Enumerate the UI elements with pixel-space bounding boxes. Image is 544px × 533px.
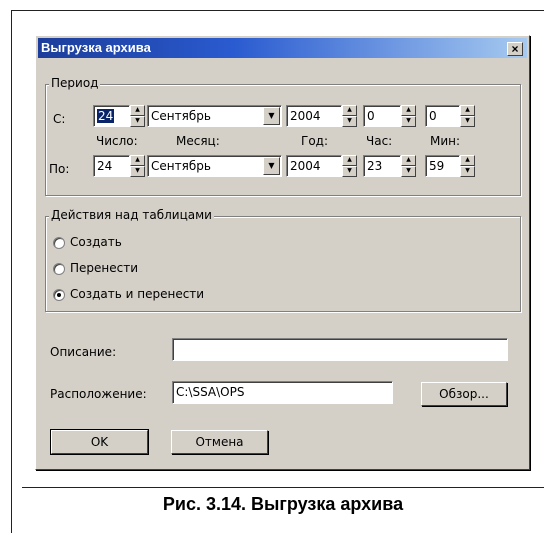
spin-down-icon[interactable]: ▼ (460, 116, 475, 127)
from-year-value: 2004 (290, 109, 321, 123)
spin-down-icon[interactable]: ▼ (460, 166, 475, 177)
spin-down-icon[interactable]: ▼ (401, 166, 416, 177)
description-input[interactable] (172, 338, 508, 361)
minute-header: Мин: (430, 134, 461, 148)
location-value: C:\SSA\OPS (176, 385, 245, 399)
radio-create-label[interactable]: Создать (70, 235, 122, 249)
from-minute-value: 0 (429, 109, 437, 123)
chevron-down-icon[interactable]: ▼ (263, 107, 280, 125)
chevron-down-icon[interactable]: ▼ (263, 157, 280, 175)
to-year-spinner[interactable]: ▲ ▼ (342, 155, 357, 177)
to-year-value: 2004 (290, 159, 321, 173)
radio-transfer-label[interactable]: Перенести (70, 261, 138, 275)
spin-up-icon[interactable]: ▲ (460, 155, 475, 166)
to-minute-field[interactable]: 59 (425, 155, 460, 177)
title-bar: Выгрузка архива × (38, 38, 527, 58)
spin-down-icon[interactable]: ▼ (342, 166, 357, 177)
from-month-select[interactable]: Сентябрь (147, 105, 282, 127)
to-month-select[interactable]: Сентябрь (147, 155, 282, 177)
spin-up-icon[interactable]: ▲ (130, 105, 145, 116)
to-hour-field[interactable]: 23 (363, 155, 401, 177)
spin-up-icon[interactable]: ▲ (401, 155, 416, 166)
radio-create-and-transfer-label[interactable]: Создать и перенести (70, 287, 204, 301)
radio-transfer[interactable] (53, 263, 65, 275)
from-year-field[interactable]: 2004 (286, 105, 342, 127)
from-label: С: (53, 112, 66, 126)
year-header: Год: (301, 134, 328, 148)
from-day-spinner[interactable]: ▲ ▼ (130, 105, 145, 127)
spin-up-icon[interactable]: ▲ (342, 105, 357, 116)
to-day-value: 24 (97, 159, 113, 173)
spin-down-icon[interactable]: ▼ (130, 166, 145, 177)
to-day-field[interactable]: 24 (93, 155, 130, 177)
spin-down-icon[interactable]: ▼ (342, 116, 357, 127)
from-year-spinner[interactable]: ▲ ▼ (342, 105, 357, 127)
to-minute-spinner[interactable]: ▲ ▼ (460, 155, 475, 177)
hour-header: Час: (366, 134, 393, 148)
close-button[interactable]: × (507, 42, 523, 56)
ok-button[interactable]: OK (50, 429, 149, 455)
to-hour-spinner[interactable]: ▲ ▼ (401, 155, 416, 177)
to-month-value: Сентябрь (151, 159, 211, 173)
page-frame-left (11, 10, 12, 533)
close-icon: × (511, 42, 519, 56)
from-hour-field[interactable]: 0 (363, 105, 401, 127)
caption-divider (22, 487, 544, 488)
radio-create-and-transfer[interactable] (53, 289, 65, 301)
to-hour-value: 23 (367, 159, 383, 173)
spin-down-icon[interactable]: ▼ (401, 116, 416, 127)
actions-legend: Действия над таблицами (49, 208, 214, 222)
description-label: Описание: (50, 345, 117, 359)
page-frame-top (11, 10, 544, 11)
to-minute-value: 59 (429, 159, 445, 173)
from-hour-spinner[interactable]: ▲ ▼ (401, 105, 416, 127)
spin-up-icon[interactable]: ▲ (130, 155, 145, 166)
to-label: По: (49, 162, 70, 176)
period-legend: Период (49, 76, 101, 90)
cancel-button[interactable]: Отмена (171, 430, 268, 454)
from-month-value: Сентябрь (151, 109, 211, 123)
from-hour-value: 0 (367, 109, 375, 123)
to-day-spinner[interactable]: ▲ ▼ (130, 155, 145, 177)
window-title: Выгрузка архива (41, 40, 151, 55)
day-header: Число: (96, 134, 138, 148)
from-minute-spinner[interactable]: ▲ ▼ (460, 105, 475, 127)
to-year-field[interactable]: 2004 (286, 155, 342, 177)
spin-up-icon[interactable]: ▲ (401, 105, 416, 116)
archive-export-dialog: Выгрузка архива × Период С: 24 ▲ ▼ Сентяб… (35, 35, 530, 470)
browse-button[interactable]: Обзор... (421, 382, 507, 406)
from-minute-field[interactable]: 0 (425, 105, 460, 127)
from-day-value: 24 (97, 109, 115, 123)
month-header: Месяц: (176, 134, 220, 148)
spin-up-icon[interactable]: ▲ (342, 155, 357, 166)
location-input[interactable]: C:\SSA\OPS (172, 381, 393, 404)
radio-create[interactable] (53, 237, 65, 249)
spin-up-icon[interactable]: ▲ (460, 105, 475, 116)
location-label: Расположение: (50, 387, 147, 401)
figure-caption: Рис. 3.14. Выгрузка архива (162, 494, 404, 514)
from-day-field[interactable]: 24 (93, 105, 130, 127)
spin-down-icon[interactable]: ▼ (130, 116, 145, 127)
